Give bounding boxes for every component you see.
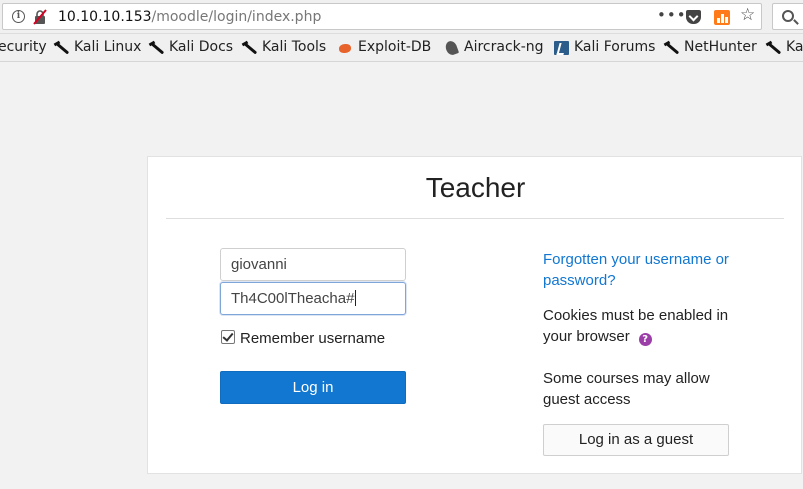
search-box[interactable] bbox=[772, 3, 803, 30]
url-bar[interactable]: i 10.10.10.153/moodle/login/index.php ••… bbox=[2, 3, 762, 30]
bookmark-star-icon[interactable]: ☆ bbox=[740, 5, 755, 25]
url-host: 10.10.10.153 bbox=[58, 9, 152, 25]
password-input[interactable]: Th4C00lTheacha# bbox=[220, 282, 406, 315]
guest-login-button[interactable]: Log in as a guest bbox=[543, 424, 729, 456]
kali-icon bbox=[242, 41, 257, 55]
bookmark-kali-tools[interactable]: Kali Tools bbox=[262, 39, 326, 56]
login-title: Teacher bbox=[425, 172, 526, 203]
browser-toolbar: i 10.10.10.153/moodle/login/index.php ••… bbox=[0, 0, 803, 34]
insecure-lock-icon[interactable] bbox=[32, 9, 48, 25]
bookmark-kali-linux[interactable]: Kali Linux bbox=[74, 39, 141, 56]
bookmark-aircrack-ng[interactable]: Aircrack-ng bbox=[464, 39, 544, 56]
username-value: giovanni bbox=[231, 256, 287, 273]
bookmark-security[interactable]: ecurity bbox=[0, 39, 47, 56]
text-caret bbox=[355, 290, 357, 306]
kali-icon bbox=[149, 41, 164, 55]
bookmark-kali-docs[interactable]: Kali Docs bbox=[169, 39, 233, 56]
login-card: Teacher giovanni Th4C00lTheacha# Remembe… bbox=[147, 156, 802, 474]
bookmarks-bar: ecurity Kali Linux Kali Docs Kali Tools … bbox=[0, 34, 803, 62]
username-input[interactable]: giovanni bbox=[220, 248, 406, 281]
forgot-credentials-link[interactable]: Forgotten your username or password? bbox=[543, 249, 743, 291]
remember-username-checkbox[interactable] bbox=[221, 330, 235, 344]
kali-icon bbox=[664, 41, 679, 55]
help-icon[interactable]: ? bbox=[638, 333, 652, 346]
bookmark-kali-overflow[interactable]: Ka bbox=[786, 39, 803, 56]
bookmark-nethunter[interactable]: NetHunter bbox=[684, 39, 757, 56]
bookmark-exploit-db[interactable]: Exploit-DB bbox=[358, 39, 431, 56]
kali-forums-icon bbox=[554, 41, 569, 55]
remember-username-label[interactable]: Remember username bbox=[240, 330, 385, 347]
url-path: /moodle/login/index.php bbox=[151, 9, 322, 25]
cookies-notice: Cookies must be enabled in your browser? bbox=[543, 305, 743, 347]
title-divider bbox=[166, 218, 784, 219]
info-icon[interactable]: i bbox=[12, 10, 25, 23]
password-value: Th4C00lTheacha# bbox=[231, 290, 355, 307]
page-actions-icon[interactable]: ••• bbox=[657, 6, 687, 24]
kali-icon bbox=[54, 41, 69, 55]
pocket-icon[interactable] bbox=[686, 10, 701, 24]
aircrack-icon bbox=[444, 41, 459, 55]
login-button[interactable]: Log in bbox=[220, 371, 406, 404]
guest-access-notice: Some courses may allow guest access bbox=[543, 370, 710, 408]
page-content: Teacher giovanni Th4C00lTheacha# Remembe… bbox=[0, 62, 803, 489]
reader-view-icon[interactable] bbox=[714, 10, 730, 25]
search-icon bbox=[782, 10, 794, 22]
kali-icon bbox=[766, 41, 781, 55]
exploit-db-icon bbox=[338, 41, 353, 55]
url-text[interactable]: 10.10.10.153/moodle/login/index.php bbox=[58, 8, 321, 26]
bookmark-kali-forums[interactable]: Kali Forums bbox=[574, 39, 655, 56]
cookies-notice-text: Cookies must be enabled in your browser bbox=[543, 307, 729, 345]
